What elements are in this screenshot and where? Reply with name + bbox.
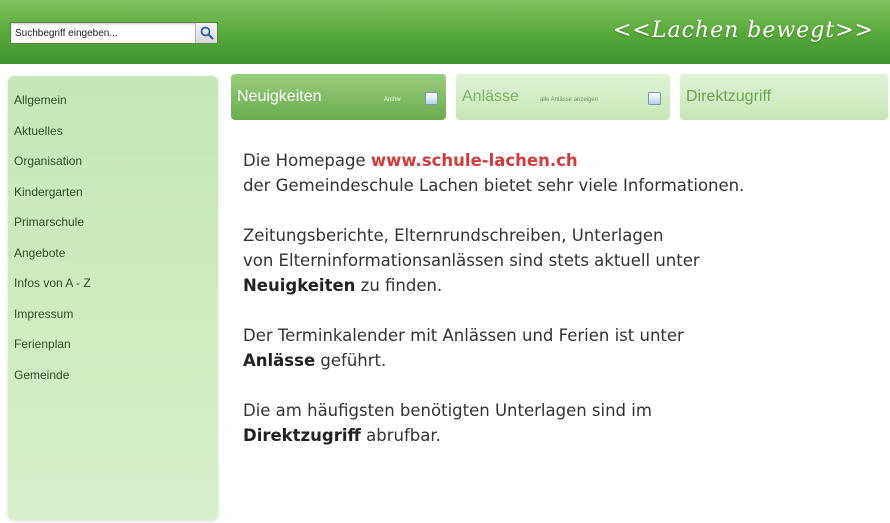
- sidebar-item-impressum[interactable]: Impressum: [14, 304, 218, 335]
- tab-direktzugriff-label: Direktzugriff: [686, 88, 772, 105]
- search-input[interactable]: [11, 23, 195, 43]
- alle-anlaesse-link[interactable]: alle Anlässe anzeigen: [540, 97, 598, 103]
- events-text-suffix: geführt.: [315, 351, 387, 370]
- homepage-link[interactable]: www.schule-lachen.ch: [371, 151, 578, 170]
- events-text-line1: Der Terminkalender mit Anlässen und Feri…: [243, 326, 684, 345]
- sidebar-item-primarschule[interactable]: Primarschule: [14, 212, 218, 243]
- intro-paragraph: Die Homepage www.schule-lachen.ch der Ge…: [243, 148, 883, 198]
- main-content: Die Homepage www.schule-lachen.ch der Ge…: [243, 148, 883, 473]
- sidebar-item-aktuelles[interactable]: Aktuelles: [14, 121, 218, 152]
- slogan: <<Lachen bewegt>>: [612, 18, 874, 43]
- direct-text-line1: Die am häufigsten benötigten Unterlagen …: [243, 401, 652, 420]
- sidebar-item-ferienplan[interactable]: Ferienplan: [14, 334, 218, 365]
- events-paragraph: Der Terminkalender mit Anlässen und Feri…: [243, 323, 883, 373]
- search-icon: [200, 26, 214, 40]
- sidebar-item-gemeinde[interactable]: Gemeinde: [14, 365, 218, 396]
- search-button[interactable]: [195, 23, 217, 43]
- sidebar-item-angebote[interactable]: Angebote: [14, 243, 218, 274]
- sidebar-item-allgemein[interactable]: Allgemein: [14, 90, 218, 121]
- document-icon[interactable]: [648, 92, 661, 105]
- news-paragraph: Zeitungsberichte, Elternrundschreiben, U…: [243, 223, 883, 298]
- direct-keyword: Direktzugriff: [243, 426, 361, 445]
- header-banner: <<Lachen bewegt>>: [0, 0, 890, 64]
- document-icon[interactable]: [425, 92, 438, 105]
- news-text-line2: von Elterninformationsanlässen sind stet…: [243, 251, 700, 270]
- intro-text-rest: der Gemeindeschule Lachen bietet sehr vi…: [243, 176, 745, 195]
- tab-neuigkeiten[interactable]: Neuigkeiten Archiv: [231, 74, 446, 120]
- tab-anlaesse-label: Anlässe: [462, 88, 519, 105]
- direct-access-paragraph: Die am häufigsten benötigten Unterlagen …: [243, 398, 883, 448]
- tab-direktzugriff[interactable]: Direktzugriff: [680, 74, 888, 120]
- tab-anlaesse[interactable]: Anlässe alle Anlässe anzeigen: [456, 74, 670, 120]
- sidebar-item-organisation[interactable]: Organisation: [14, 151, 218, 182]
- news-keyword: Neuigkeiten: [243, 276, 356, 295]
- news-text-suffix: zu finden.: [355, 276, 443, 295]
- intro-text: Die Homepage: [243, 151, 371, 170]
- events-keyword: Anlässe: [243, 351, 316, 370]
- sidebar-item-infos[interactable]: Infos von A - Z: [14, 273, 218, 304]
- sidebar-nav: Allgemein Aktuelles Organisation Kinderg…: [8, 76, 218, 520]
- news-text-line1: Zeitungsberichte, Elternrundschreiben, U…: [243, 226, 664, 245]
- archiv-link[interactable]: Archiv: [384, 97, 401, 103]
- sidebar-item-kindergarten[interactable]: Kindergarten: [14, 182, 218, 213]
- direct-text-suffix: abrufbar.: [360, 426, 441, 445]
- tab-neuigkeiten-label: Neuigkeiten: [237, 88, 322, 105]
- search-box: [10, 22, 218, 44]
